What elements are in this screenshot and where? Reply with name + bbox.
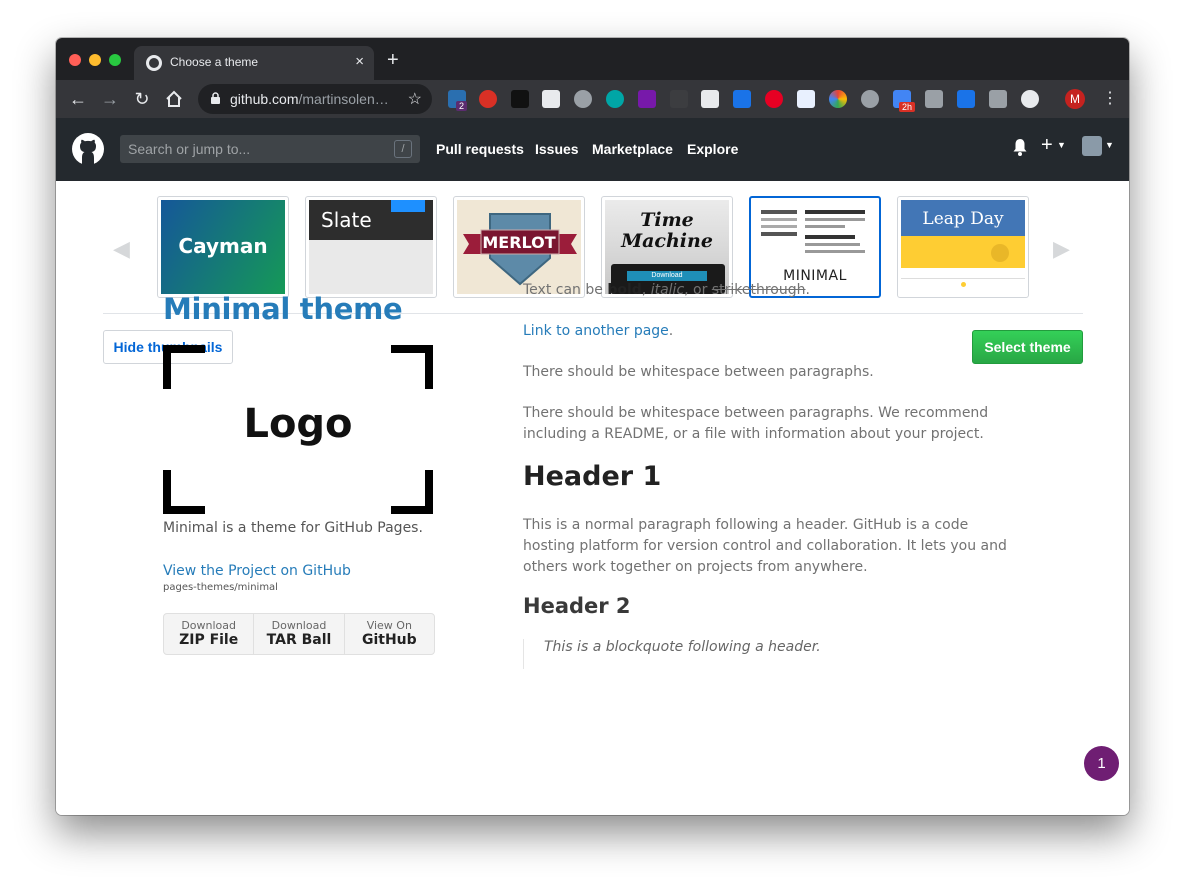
- slate-preview: Slate: [309, 200, 433, 294]
- keep-extension-icon[interactable]: [925, 90, 943, 108]
- notes-extension-icon[interactable]: [957, 90, 975, 108]
- theme-name: MERLOT: [482, 233, 556, 252]
- text-formatting-paragraph: Text can be bold, italic, or strikethrou…: [523, 282, 810, 298]
- smiley-extension-icon[interactable]: [1021, 90, 1039, 108]
- another-page-link[interactable]: Link to another page: [523, 323, 669, 339]
- select-theme-button[interactable]: Select theme: [972, 330, 1083, 364]
- browser-tab[interactable]: Choose a theme ×: [134, 46, 374, 80]
- onenote-extension-icon[interactable]: [638, 90, 656, 108]
- notification-bubble[interactable]: 1: [1084, 746, 1119, 781]
- create-new-plus-icon[interactable]: +: [1041, 134, 1053, 157]
- theme-description: Minimal is a theme for GitHub Pages.: [163, 520, 423, 536]
- nav-pull-requests[interactable]: Pull requests: [436, 141, 524, 157]
- link-paragraph: Link to another page.: [523, 323, 674, 339]
- search-placeholder: Search or jump to...: [128, 141, 251, 157]
- gmail-badge: 2h: [899, 102, 916, 112]
- create-dropdown-caret-icon[interactable]: ▼: [1057, 140, 1066, 150]
- user-dropdown-caret-icon[interactable]: ▼: [1105, 140, 1114, 150]
- sheets-extension-icon[interactable]: [542, 90, 560, 108]
- address-bar[interactable]: github.com/martinsolen… ☆: [198, 84, 432, 114]
- search-shortcut-key: /: [394, 140, 412, 158]
- browser-menu-icon[interactable]: ⋮: [1102, 88, 1118, 108]
- leap-day-preview: Leap Day: [901, 200, 1025, 294]
- tab-title: Choose a theme: [170, 55, 259, 69]
- next-arrow-icon[interactable]: ▶: [1053, 236, 1070, 262]
- preview-title: Minimal theme: [163, 292, 403, 326]
- ghostery-badge: 2: [456, 101, 468, 111]
- lock-icon: [211, 92, 220, 104]
- docs-extension-icon[interactable]: [797, 90, 815, 108]
- maximize-window-button[interactable]: [109, 54, 121, 66]
- minimize-window-button[interactable]: [89, 54, 101, 66]
- theme-name: Slate: [321, 208, 372, 232]
- tab-close-icon[interactable]: ×: [355, 53, 364, 70]
- logo-text: Logo: [243, 401, 353, 447]
- reload-icon[interactable]: ↻: [132, 89, 152, 109]
- adblock-extension-icon[interactable]: [479, 90, 497, 108]
- nav-issues[interactable]: Issues: [535, 141, 579, 157]
- github-search-input[interactable]: Search or jump to... /: [120, 135, 420, 163]
- project-path: pages-themes/minimal: [163, 582, 278, 593]
- nav-explore[interactable]: Explore: [687, 141, 738, 157]
- theme-name: Cayman: [178, 234, 268, 258]
- view-project-link[interactable]: View the Project on GitHub: [163, 563, 351, 579]
- skype-extension-icon[interactable]: [861, 90, 879, 108]
- pinterest-extension-icon[interactable]: [765, 90, 783, 108]
- new-tab-button[interactable]: +: [387, 50, 399, 70]
- theme-name: Leap Day: [922, 209, 1004, 229]
- camera-extension-icon[interactable]: [989, 90, 1007, 108]
- download-tar-button[interactable]: Download TAR Ball: [254, 614, 345, 654]
- bookmark-star-icon[interactable]: ☆: [408, 89, 422, 109]
- imdb-extension-icon[interactable]: [511, 90, 529, 108]
- browser-toolbar: ← → ↻ github.com/martinsolen… ☆ 2 2h M ⋮: [56, 80, 1129, 118]
- download-buttons: Download ZIP File Download TAR Ball View…: [163, 613, 435, 655]
- url-text: github.com/martinsolen…: [230, 91, 389, 107]
- nav-marketplace[interactable]: Marketplace: [592, 141, 673, 157]
- m-extension-icon[interactable]: [606, 90, 624, 108]
- user-avatar[interactable]: [1082, 136, 1102, 156]
- header-2: Header 2: [523, 594, 631, 618]
- profile-avatar[interactable]: M: [1065, 89, 1085, 109]
- browser-window: Choose a theme × + ← → ↻ github.com/mart…: [56, 38, 1129, 815]
- header-1: Header 1: [523, 461, 662, 492]
- cayman-preview: Cayman: [161, 200, 285, 294]
- theme-chooser: ◀ ▶ Cayman Slate MERLOT Time Machine Dow…: [56, 181, 1129, 815]
- m-script-extension-icon[interactable]: [670, 90, 688, 108]
- paragraph-3: This is a normal paragraph following a h…: [523, 517, 1007, 575]
- blockquote: This is a blockquote following a header.: [523, 639, 821, 669]
- paragraph-1: There should be whitespace between parag…: [523, 364, 874, 380]
- tab-strip: Choose a theme × +: [56, 38, 1129, 80]
- forward-arrow-icon[interactable]: →: [100, 89, 120, 109]
- github-header: Search or jump to... / Pull requests Iss…: [56, 118, 1129, 181]
- view-on-github-button[interactable]: View On GitHub: [345, 614, 434, 654]
- lightbulb-extension-icon[interactable]: [574, 90, 592, 108]
- theme-thumb-slate[interactable]: Slate: [305, 196, 437, 298]
- accessibility-extension-icon[interactable]: [733, 90, 751, 108]
- logo-placeholder: Logo: [163, 345, 433, 514]
- download-zip-button[interactable]: Download ZIP File: [164, 614, 255, 654]
- github-favicon-icon: [146, 55, 162, 71]
- colorful-extension-icon[interactable]: [829, 90, 847, 108]
- theme-thumb-leap-day[interactable]: Leap Day: [897, 196, 1029, 298]
- home-icon[interactable]: [164, 89, 184, 109]
- leap-day-octocat-icon: [991, 244, 1009, 262]
- prev-arrow-icon[interactable]: ◀: [113, 236, 130, 262]
- theme-name: Time Machine: [621, 209, 713, 252]
- notifications-bell-icon[interactable]: [1012, 138, 1028, 156]
- slate-ribbon: [391, 200, 425, 212]
- github-logo-icon[interactable]: [72, 133, 104, 165]
- close-window-button[interactable]: [69, 54, 81, 66]
- zebra-extension-icon[interactable]: [701, 90, 719, 108]
- theme-thumb-cayman[interactable]: Cayman: [157, 196, 289, 298]
- paragraph-2: There should be whitespace between parag…: [523, 405, 989, 442]
- back-arrow-icon[interactable]: ←: [68, 89, 88, 109]
